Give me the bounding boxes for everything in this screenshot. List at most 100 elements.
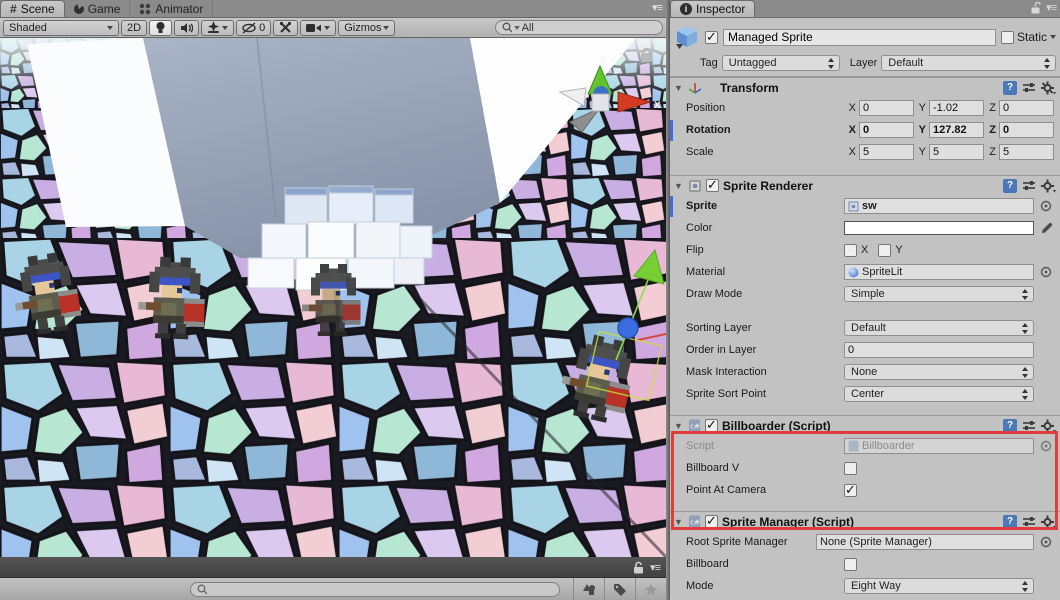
gizmos-dropdown[interactable]: Gizmos — [338, 20, 395, 36]
billboard-v-label: Billboard V — [686, 462, 844, 474]
presets-icon[interactable] — [1022, 516, 1036, 528]
gameobject-active-checkbox[interactable] — [705, 31, 718, 44]
position-x-input[interactable] — [859, 100, 914, 116]
layer-dropdown[interactable]: Default — [881, 55, 1056, 71]
help-icon[interactable]: ? — [1003, 515, 1017, 529]
chevron-down-icon[interactable] — [1050, 35, 1056, 39]
material-sphere-icon — [848, 267, 859, 278]
sprite-renderer-header[interactable]: ▼ Sprite Renderer ? — [670, 175, 1060, 195]
search-filter-caret-icon[interactable] — [514, 26, 520, 30]
tab-scene[interactable]: # Scene — [0, 0, 65, 17]
scene-camera-dropdown[interactable] — [300, 20, 336, 36]
bottom-search-input[interactable] — [211, 582, 553, 597]
foldout-icon[interactable]: ▼ — [674, 181, 684, 191]
help-icon[interactable]: ? — [1003, 419, 1017, 433]
object-picker-icon[interactable] — [1040, 266, 1052, 278]
position-z-input[interactable] — [999, 100, 1054, 116]
static-checkbox[interactable] — [1001, 31, 1014, 44]
scale-z-input[interactable] — [999, 144, 1054, 160]
shading-mode-dropdown[interactable]: Shaded — [3, 20, 119, 36]
scale-x-input[interactable] — [859, 144, 914, 160]
rotation-y-input[interactable] — [929, 122, 984, 138]
tab-animator[interactable]: Animator — [130, 0, 213, 17]
mask-interaction-dropdown[interactable]: None — [844, 364, 1034, 380]
position-y-input[interactable] — [929, 100, 984, 116]
lock-icon[interactable] — [633, 561, 644, 574]
panel-menu-icon[interactable]: ▾≡ — [652, 1, 662, 14]
object-picker-icon[interactable] — [1040, 536, 1052, 548]
scale-y-input[interactable] — [929, 144, 984, 160]
help-icon[interactable]: ? — [1003, 179, 1017, 193]
scene-tools-button[interactable] — [273, 20, 298, 36]
eyedropper-icon[interactable] — [1040, 222, 1053, 235]
gear-icon[interactable] — [1041, 81, 1056, 95]
sprite-renderer-enabled-checkbox[interactable] — [706, 179, 719, 192]
gizmo-cube[interactable] — [592, 94, 609, 111]
presets-icon[interactable] — [1022, 180, 1036, 192]
sprite-object-field[interactable]: sw — [844, 198, 1034, 214]
gear-icon[interactable] — [1041, 419, 1056, 433]
scene-effects-toggle[interactable] — [201, 20, 234, 36]
sorting-layer-dropdown[interactable]: Default — [844, 320, 1034, 336]
filter-by-label-button[interactable] — [604, 578, 635, 600]
scene-audio-toggle[interactable] — [174, 20, 199, 36]
help-icon[interactable]: ? — [1003, 81, 1017, 95]
panel-menu-icon[interactable]: ▾≡ — [650, 561, 660, 574]
gameobject-name-input[interactable] — [723, 29, 996, 46]
rotation-x-input[interactable] — [859, 122, 914, 138]
chevron-down-icon[interactable] — [222, 26, 228, 30]
sprite-manager-header[interactable]: ▼ c# Sprite Manager (Script) ? — [670, 511, 1060, 531]
favorites-button[interactable] — [635, 578, 666, 600]
transform-header[interactable]: ▼ Transform ? — [670, 77, 1060, 97]
scene-visibility-toggle[interactable]: 0 — [236, 20, 271, 36]
foldout-icon[interactable]: ▼ — [674, 517, 684, 527]
2d-toggle[interactable]: 2D — [121, 20, 147, 36]
script-object-field[interactable]: Billboarder — [844, 438, 1034, 454]
point-at-camera-checkbox[interactable] — [844, 484, 857, 497]
tab-inspector[interactable]: i Inspector — [670, 0, 755, 17]
object-picker-icon[interactable] — [1040, 200, 1052, 212]
scene-viewport[interactable]: y x — [0, 38, 666, 557]
tag-dropdown[interactable]: Untagged — [722, 55, 840, 71]
presets-icon[interactable] — [1022, 420, 1036, 432]
gizmo-center-handle[interactable] — [618, 318, 638, 338]
root-sprite-manager-field[interactable]: None (Sprite Manager) — [816, 534, 1034, 550]
rotation-z-input[interactable] — [999, 122, 1054, 138]
order-in-layer-input[interactable] — [844, 342, 1034, 358]
transform-title: Transform — [706, 81, 999, 95]
object-picker-icon[interactable] — [1040, 440, 1052, 452]
presets-icon[interactable] — [1022, 82, 1036, 94]
mode-dropdown[interactable]: Eight Way — [844, 578, 1034, 594]
panel-menu-icon[interactable]: ▾≡ — [1046, 1, 1056, 14]
root-sprite-manager-row: Root Sprite Manager None (Sprite Manager… — [670, 531, 1060, 553]
filter-by-type-button[interactable] — [573, 578, 604, 600]
chevron-down-icon[interactable] — [324, 26, 330, 30]
billboarder-enabled-checkbox[interactable] — [705, 419, 718, 432]
bottom-search-field[interactable] — [190, 582, 560, 597]
scene-search-input[interactable] — [522, 22, 656, 34]
grid-hash-icon: # — [10, 2, 17, 16]
foldout-icon[interactable]: ▼ — [674, 83, 684, 93]
scene-search-field[interactable] — [495, 20, 663, 35]
flip-x-checkbox[interactable] — [844, 244, 857, 257]
cube-icon[interactable] — [674, 24, 700, 50]
material-object-field[interactable]: SpriteLit — [844, 264, 1034, 280]
eye-slash-icon — [242, 22, 257, 34]
gear-icon[interactable] — [1041, 179, 1056, 193]
sprite-sort-point-dropdown[interactable]: Center — [844, 386, 1034, 402]
gear-icon[interactable] — [1041, 515, 1056, 529]
sprite-manager-enabled-checkbox[interactable] — [705, 515, 718, 528]
tab-game[interactable]: Game — [65, 0, 131, 17]
draw-mode-dropdown[interactable]: Simple — [844, 286, 1034, 302]
lock-open-icon[interactable] — [1031, 2, 1041, 14]
color-swatch[interactable] — [844, 221, 1034, 235]
flip-y-checkbox[interactable] — [878, 244, 891, 257]
sprite-override-marker — [670, 196, 673, 217]
billboarder-header[interactable]: ▼ c# Billboarder (Script) ? — [670, 415, 1060, 435]
static-toggle[interactable]: Static — [1001, 30, 1056, 44]
script-label: Script — [686, 440, 844, 452]
billboard-checkbox[interactable] — [844, 558, 857, 571]
scene-lighting-toggle[interactable] — [149, 20, 172, 36]
billboard-v-checkbox[interactable] — [844, 462, 857, 475]
foldout-icon[interactable]: ▼ — [674, 421, 684, 431]
